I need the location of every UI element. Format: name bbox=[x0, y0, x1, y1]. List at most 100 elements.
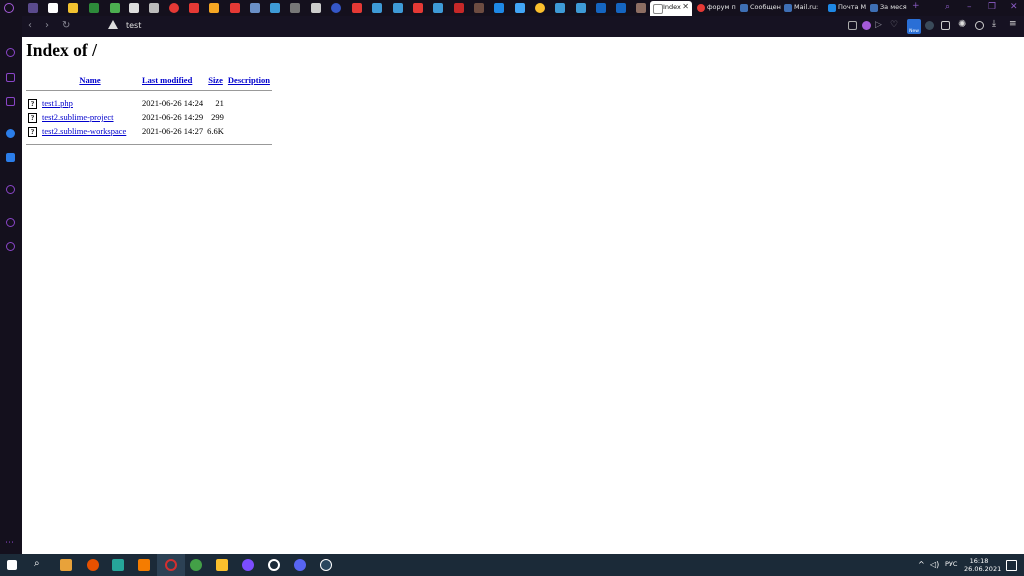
pinned-tab-icon[interactable] bbox=[494, 3, 504, 13]
pinned-tab-icon[interactable] bbox=[28, 3, 38, 13]
messenger-icon[interactable] bbox=[6, 129, 15, 138]
sort-by-description-link[interactable]: Description bbox=[228, 75, 270, 85]
pinned-tab-icon[interactable] bbox=[474, 3, 484, 13]
twitch-icon[interactable] bbox=[6, 97, 15, 106]
close-tab-icon[interactable]: ✕ bbox=[682, 2, 689, 11]
pinned-tab-icon[interactable] bbox=[616, 3, 626, 13]
pinned-tab-icon[interactable] bbox=[636, 3, 646, 13]
notifications-icon[interactable] bbox=[1006, 560, 1017, 571]
pinned-tab-icon[interactable] bbox=[596, 3, 606, 13]
pinned-tab-icon[interactable] bbox=[110, 3, 120, 13]
discord-icon[interactable] bbox=[294, 559, 306, 571]
opera-browser-icon[interactable] bbox=[165, 559, 177, 571]
reload-button[interactable]: ↻ bbox=[62, 20, 70, 31]
more-options-icon[interactable]: ⋯ bbox=[5, 538, 14, 548]
maximize-button[interactable]: ❐ bbox=[988, 2, 996, 12]
tab-messages[interactable]: Сообщен bbox=[737, 1, 781, 16]
snapshot-icon[interactable] bbox=[848, 21, 857, 30]
pinned-tab-icon[interactable] bbox=[169, 3, 179, 13]
tab-forum[interactable]: форум п bbox=[694, 1, 738, 16]
search-tabs-icon[interactable]: ⌕ bbox=[945, 2, 950, 12]
forward-button[interactable]: › bbox=[45, 20, 49, 31]
taskbar-app-icon[interactable] bbox=[60, 559, 72, 571]
pinned-tab-icon[interactable] bbox=[250, 3, 260, 13]
not-secure-icon[interactable] bbox=[108, 20, 118, 29]
taskbar: ⌕ ^ ◁) РУС 16:18 26.06.2021 bbox=[0, 554, 1024, 576]
taskbar-app-icon[interactable] bbox=[242, 559, 254, 571]
taskbar-app-icon[interactable] bbox=[190, 559, 202, 571]
clock-time: 16:18 bbox=[969, 557, 989, 565]
pinned-tab-icon[interactable] bbox=[149, 3, 159, 13]
pinned-tab-icon[interactable] bbox=[515, 3, 525, 13]
pinned-tab-icon[interactable] bbox=[89, 3, 99, 13]
pinned-tab-icon[interactable] bbox=[535, 3, 545, 13]
sort-by-size-link[interactable]: Size bbox=[208, 75, 223, 85]
pinned-tab-icon[interactable] bbox=[393, 3, 403, 13]
extension-icon[interactable] bbox=[925, 21, 934, 30]
pinned-tab-icon[interactable] bbox=[352, 3, 362, 13]
pinned-tab-icon[interactable] bbox=[372, 3, 382, 13]
url-field[interactable]: test bbox=[126, 21, 141, 30]
speed-dial-icon[interactable] bbox=[6, 48, 15, 57]
pinned-tab-icon[interactable] bbox=[555, 3, 565, 13]
pinned-tab-icon[interactable] bbox=[48, 3, 58, 13]
volume-icon[interactable]: ◁) bbox=[930, 560, 939, 569]
wallet-icon[interactable] bbox=[941, 21, 950, 30]
new-tab-button[interactable]: + bbox=[912, 1, 920, 11]
tab-favicon-icon bbox=[740, 4, 748, 12]
player-icon[interactable] bbox=[6, 185, 15, 194]
taskbar-app-icon[interactable] bbox=[87, 559, 99, 571]
file-link[interactable]: test2.sublime-project bbox=[42, 112, 114, 122]
table-row: ? test2.sublime-workspace 2021-06-26 14:… bbox=[26, 124, 272, 138]
steam-icon[interactable] bbox=[320, 559, 332, 571]
menu-icon[interactable]: ≡ bbox=[1009, 19, 1017, 29]
tab-mailru[interactable]: Mail.ru: bbox=[781, 1, 825, 16]
table-row: ? test1.php 2021-06-26 14:24 21 bbox=[26, 96, 272, 110]
pinned-tab-icon[interactable] bbox=[331, 3, 341, 13]
tab-month[interactable]: За меся bbox=[867, 1, 911, 16]
back-button[interactable]: ‹ bbox=[28, 20, 32, 31]
vk-icon[interactable] bbox=[6, 153, 15, 162]
settings-icon[interactable]: ✺ bbox=[958, 19, 966, 30]
pinned-tab-icon[interactable] bbox=[454, 3, 464, 13]
download-icon[interactable]: ⤓ bbox=[992, 19, 996, 29]
news-icon[interactable]: New bbox=[907, 19, 921, 34]
tab-mail[interactable]: Почта М bbox=[825, 1, 869, 16]
file-link[interactable]: test2.sublime-workspace bbox=[42, 126, 126, 136]
sublime-text-icon[interactable] bbox=[138, 559, 150, 571]
taskbar-app-icon[interactable] bbox=[268, 559, 280, 571]
pinned-tab-icon[interactable] bbox=[576, 3, 586, 13]
pinned-tab-icon[interactable] bbox=[68, 3, 78, 13]
vpn-shield-icon[interactable] bbox=[862, 21, 871, 30]
sort-by-modified-link[interactable]: Last modified bbox=[142, 75, 192, 85]
workspaces-icon[interactable] bbox=[6, 73, 15, 82]
sort-by-name-link[interactable]: Name bbox=[79, 75, 100, 85]
tab-index[interactable]: Index ✕ bbox=[650, 1, 692, 16]
settings-gear-icon[interactable] bbox=[6, 242, 15, 251]
send-icon[interactable]: ▷ bbox=[875, 20, 882, 30]
pinned-tab-icon[interactable] bbox=[433, 3, 443, 13]
pinned-tab-icon[interactable] bbox=[270, 3, 280, 13]
extensions-cube-icon[interactable] bbox=[975, 21, 984, 30]
pinned-tab-icon[interactable] bbox=[129, 3, 139, 13]
opera-logo-icon[interactable] bbox=[4, 3, 14, 13]
terminal-icon[interactable] bbox=[112, 559, 124, 571]
file-link[interactable]: test1.php bbox=[42, 98, 73, 108]
tray-chevron-up-icon[interactable]: ^ bbox=[918, 560, 925, 569]
pinned-tab-icon[interactable] bbox=[413, 3, 423, 13]
tab-strip: Index ✕ форум п Сообщен Mail.ru: Почта М… bbox=[0, 0, 1024, 16]
history-clock-icon[interactable] bbox=[6, 218, 15, 227]
pinned-tab-icon[interactable] bbox=[189, 3, 199, 13]
language-indicator[interactable]: РУС bbox=[945, 560, 957, 568]
start-windows-icon[interactable] bbox=[7, 560, 17, 570]
search-icon[interactable]: ⌕ bbox=[34, 558, 40, 569]
minimize-button[interactable]: – bbox=[967, 2, 972, 12]
pinned-tab-icon[interactable] bbox=[209, 3, 219, 13]
clock[interactable]: 16:18 26.06.2021 bbox=[964, 557, 1001, 573]
close-window-button[interactable]: ✕ bbox=[1010, 2, 1018, 12]
heart-icon[interactable]: ♡ bbox=[890, 20, 898, 30]
pinned-tab-icon[interactable] bbox=[290, 3, 300, 13]
pinned-tab-icon[interactable] bbox=[230, 3, 240, 13]
pinned-tab-icon[interactable] bbox=[311, 3, 321, 13]
file-explorer-icon[interactable] bbox=[216, 559, 228, 571]
